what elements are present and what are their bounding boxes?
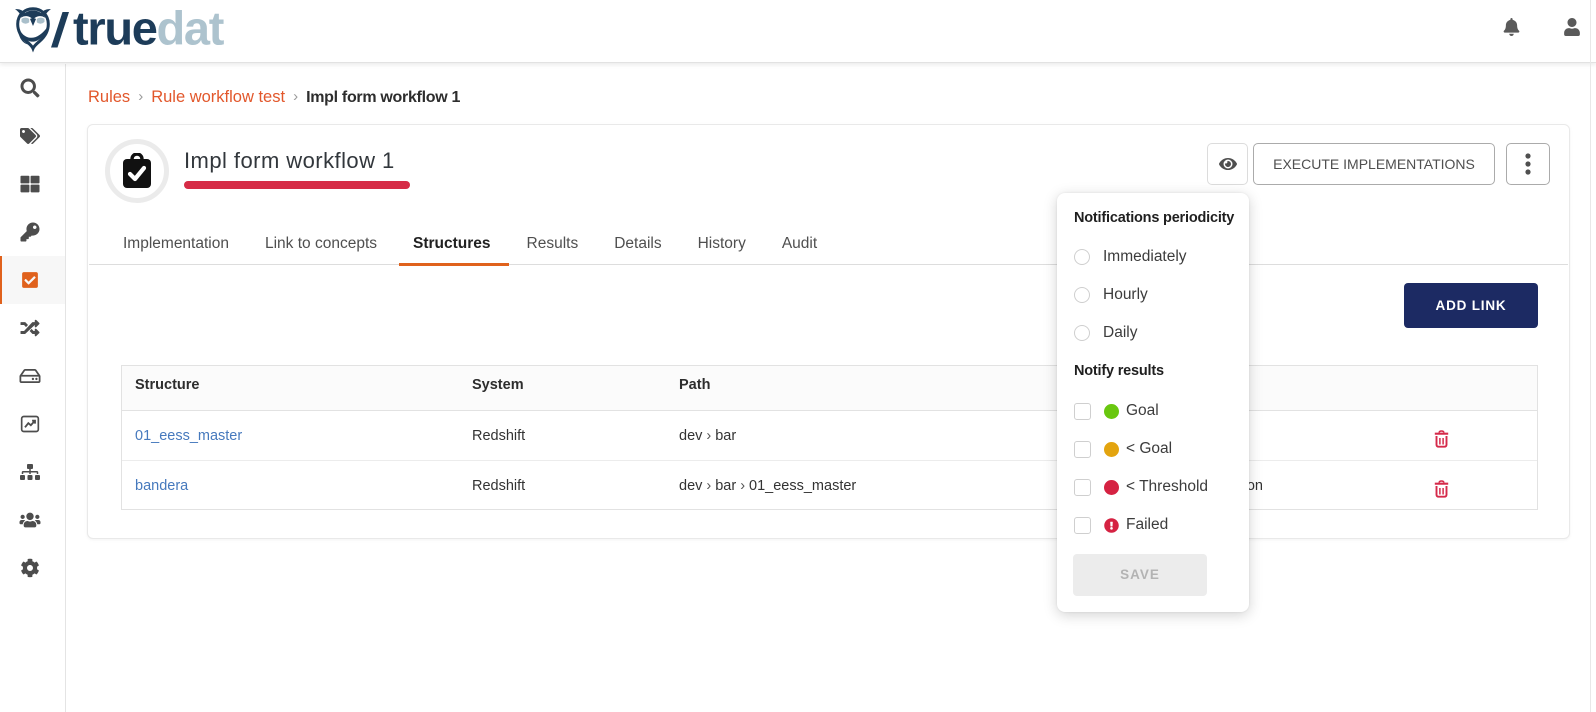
svg-text:dat: dat	[157, 2, 225, 55]
svg-text:true: true	[73, 2, 157, 55]
